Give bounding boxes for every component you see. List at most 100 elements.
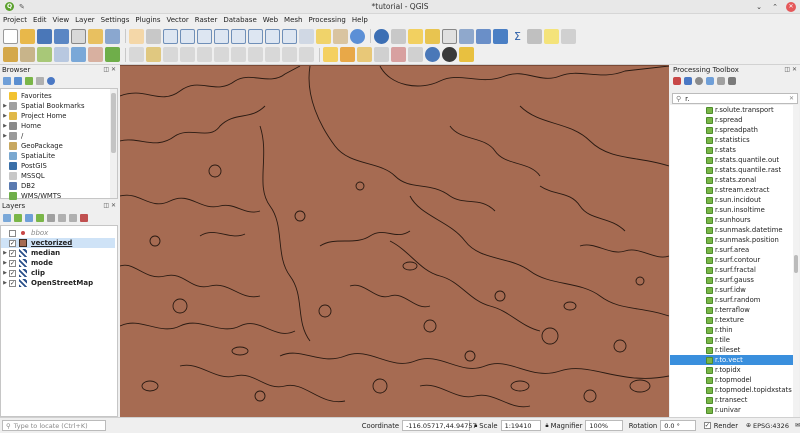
zoom-in-icon[interactable]	[163, 28, 178, 44]
history-icon[interactable]	[695, 77, 703, 85]
filter-browser-icon[interactable]	[25, 77, 33, 85]
save-as-icon[interactable]	[54, 28, 69, 44]
menu-mesh[interactable]: Mesh	[284, 16, 302, 24]
algorithm-item[interactable]: r.surf.gauss	[670, 275, 793, 285]
zoom-full-icon[interactable]	[197, 28, 212, 44]
layer-visibility-checkbox[interactable]	[9, 229, 16, 237]
layer-visibility-checkbox[interactable]: ✓	[9, 269, 16, 277]
properties-icon[interactable]	[47, 77, 55, 85]
label-pin-icon[interactable]	[340, 47, 355, 62]
coordinate-field[interactable]: -116.05717,44.94757	[402, 420, 477, 431]
algorithm-item[interactable]: r.sunhours	[670, 215, 793, 225]
data-source-manager-icon[interactable]	[3, 47, 18, 62]
save-project-icon[interactable]	[37, 28, 52, 44]
panel-float-close-icon[interactable]: ◫ ✕	[784, 66, 797, 73]
layer-visibility-checkbox[interactable]: ✓	[9, 249, 16, 257]
menu-view[interactable]: View	[53, 16, 70, 24]
collapse-all-icon[interactable]	[36, 77, 44, 85]
algorithm-item[interactable]: r.statistics	[670, 135, 793, 145]
browser-item-spatialite[interactable]: SpatiaLite	[1, 151, 109, 161]
add-group-icon[interactable]	[14, 214, 22, 222]
show-bookmarks-icon[interactable]	[333, 28, 348, 44]
menu-raster[interactable]: Raster	[195, 16, 218, 24]
new-shapefile-icon[interactable]	[37, 47, 52, 62]
processing-toolbox-icon[interactable]	[493, 28, 508, 44]
algorithm-item[interactable]: r.to.vect	[670, 355, 793, 365]
messages-icon[interactable]: ✉	[795, 422, 800, 429]
algorithm-item[interactable]: r.surf.idw	[670, 285, 793, 295]
zoom-out-icon[interactable]	[180, 28, 195, 44]
algorithm-item[interactable]: r.stats	[670, 145, 793, 155]
menu-vector[interactable]: Vector	[166, 16, 188, 24]
browser-item-spatial-bookmarks[interactable]: ▶ Spatial Bookmarks	[1, 101, 109, 111]
algorithm-item[interactable]: r.solute.transport	[670, 105, 793, 115]
collapse-all-layers-icon[interactable]	[69, 214, 77, 222]
algorithm-item[interactable]: r.sunmask.position	[670, 235, 793, 245]
select-by-value-icon[interactable]	[425, 28, 440, 44]
crs-button[interactable]: EPSG:4326	[753, 422, 789, 430]
algorithm-list-scrollbar[interactable]	[793, 105, 799, 417]
menu-processing[interactable]: Processing	[308, 16, 345, 24]
algorithm-item[interactable]: r.transect	[670, 395, 793, 405]
menu-project[interactable]: Project	[3, 16, 27, 24]
crs-globe-icon[interactable]: ⊕	[746, 422, 751, 429]
current-edits-icon[interactable]	[129, 47, 144, 62]
zoom-layer-icon[interactable]	[231, 28, 246, 44]
save-edits-icon[interactable]	[163, 47, 178, 62]
algorithm-item[interactable]: r.univar	[670, 405, 793, 415]
expand-arrow-icon[interactable]: ▶	[1, 250, 9, 256]
run-action-icon[interactable]	[391, 28, 406, 44]
expand-arrow-icon[interactable]: ▶	[1, 270, 9, 276]
paste-features-icon[interactable]	[265, 47, 280, 62]
browser-item-geopackage[interactable]: GeoPackage	[1, 141, 109, 151]
open-project-icon[interactable]	[20, 28, 35, 44]
delete-selected-icon[interactable]	[214, 47, 229, 62]
browser-item-wms[interactable]: WMS/WMTS	[1, 191, 109, 201]
browser-item-project-home[interactable]: ▶ Project Home	[1, 111, 109, 121]
new-print-layout-icon[interactable]	[71, 28, 86, 44]
layer-visibility-checkbox[interactable]: ✓	[9, 279, 16, 287]
scale-combobox[interactable]: 1:19410	[500, 420, 542, 431]
filter-by-expression-icon[interactable]	[47, 214, 55, 222]
algorithm-item[interactable]: r.thin	[670, 325, 793, 335]
select-features-icon[interactable]	[408, 28, 423, 44]
identify-icon[interactable]	[374, 28, 389, 44]
algorithm-item[interactable]: r.surf.fractal	[670, 265, 793, 275]
browser-item-favorites[interactable]: Favorites	[1, 91, 109, 101]
add-mesh-icon[interactable]	[88, 47, 103, 62]
expand-arrow-icon[interactable]: ▶	[1, 103, 9, 109]
results-viewer-icon[interactable]	[706, 77, 714, 85]
remove-layer-icon[interactable]	[80, 214, 88, 222]
annotation-icon[interactable]	[544, 28, 559, 44]
algorithm-item[interactable]: r.sun.incidout	[670, 195, 793, 205]
add-vector-icon[interactable]	[54, 47, 69, 62]
algorithm-item[interactable]: r.sunmask.datetime	[670, 225, 793, 235]
zoom-next-icon[interactable]	[282, 28, 297, 44]
layout-manager-icon[interactable]	[88, 28, 103, 44]
menu-database[interactable]: Database	[223, 16, 256, 24]
menu-web[interactable]: Web	[263, 16, 278, 24]
scale-lock-icon[interactable]: 🔒︎	[474, 422, 477, 430]
layer-visibility-checkbox[interactable]: ✓	[9, 239, 16, 247]
pan-icon[interactable]	[129, 28, 144, 44]
algorithm-item[interactable]: r.tileset	[670, 345, 793, 355]
deselect-icon[interactable]	[442, 28, 457, 44]
edit-features-in-place-icon[interactable]	[717, 77, 725, 85]
zoom-selection-icon[interactable]	[214, 28, 229, 44]
menu-plugins[interactable]: Plugins	[135, 16, 160, 24]
layer-clip[interactable]: ▶ ✓ clip	[1, 268, 115, 278]
map-canvas[interactable]	[120, 65, 669, 417]
scripts-icon[interactable]	[684, 77, 692, 85]
menu-layer[interactable]: Layer	[75, 16, 95, 24]
browser-item-root[interactable]: ▶ /	[1, 131, 109, 141]
pan-to-selection-icon[interactable]	[146, 28, 161, 44]
python-icon[interactable]	[459, 47, 474, 62]
layer-mode[interactable]: ▶ ✓ mode	[1, 258, 115, 268]
cut-features-icon[interactable]	[231, 47, 246, 62]
browser-item-db2[interactable]: DB2	[1, 181, 109, 191]
expand-arrow-icon[interactable]: ▶	[1, 133, 9, 139]
minimize-button[interactable]: ⌄	[754, 2, 764, 12]
layer-vectorized[interactable]: ✓ vectorized	[1, 238, 115, 248]
algorithm-item[interactable]: r.surf.random	[670, 295, 793, 305]
layer-openstreetmap[interactable]: ▶ ✓ OpenStreetMap	[1, 278, 115, 288]
